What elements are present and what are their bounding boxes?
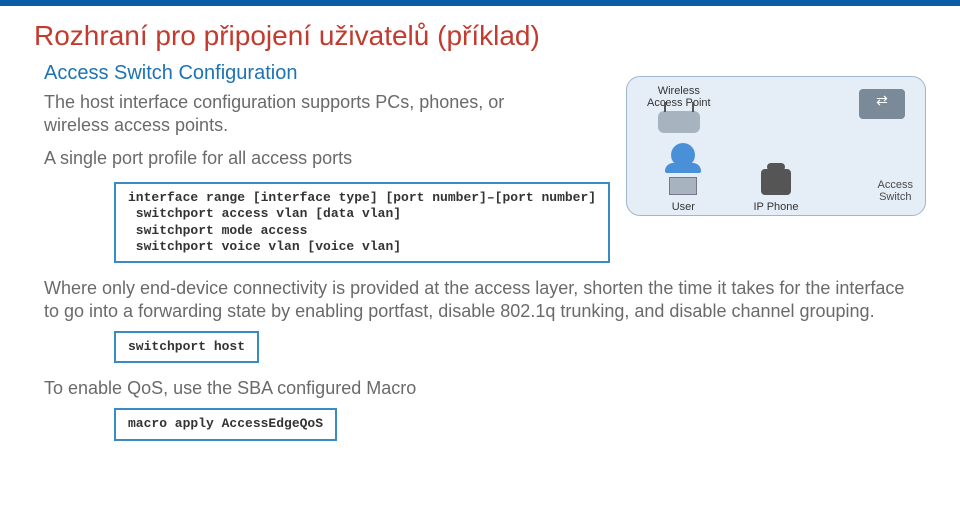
slide-title: Rozhraní pro připojení uživatelů (příkla… — [34, 20, 926, 52]
switch-icon-wrapper — [859, 85, 905, 119]
single-port-text: A single port profile for all access por… — [44, 147, 544, 170]
slide-content: Rozhraní pro připojení uživatelů (příkla… — [0, 6, 960, 455]
code-block-switchport-host: switchport host — [114, 331, 259, 363]
network-diagram: Wireless Access Point User IP Phone Acce… — [626, 76, 926, 216]
end-device-text: Where only end-device connectivity is pr… — [44, 277, 924, 323]
access-switch-icon — [859, 89, 905, 119]
qos-text: To enable QoS, use the SBA configured Ma… — [44, 377, 924, 400]
user-icon — [671, 143, 695, 167]
wap-device-icon — [658, 111, 700, 133]
access-switch-label: Access Switch — [878, 179, 913, 203]
ip-phone-label: IP Phone — [753, 201, 798, 213]
wireless-access-point-icon: Wireless Access Point — [647, 85, 711, 133]
code-block-interface-range: interface range [interface type] [port n… — [114, 182, 610, 263]
user-column: User — [643, 143, 723, 213]
user-label: User — [672, 201, 695, 213]
ip-phone-icon — [761, 169, 791, 195]
wap-label: Wireless Access Point — [647, 85, 711, 109]
monitor-icon — [669, 177, 697, 195]
code-block-macro-apply: macro apply AccessEdgeQoS — [114, 408, 337, 440]
intro-text: The host interface configuration support… — [44, 91, 544, 137]
ip-phone-column: IP Phone — [736, 169, 816, 213]
